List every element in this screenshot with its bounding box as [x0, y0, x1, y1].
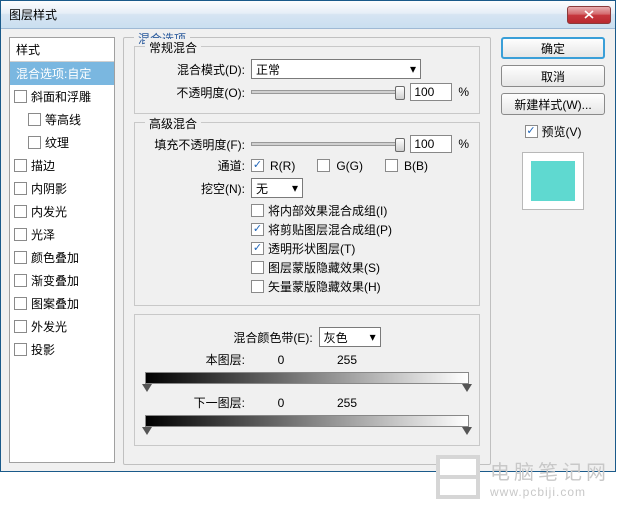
knockout-select[interactable]: 无 ▾: [251, 178, 303, 198]
style-label: 光泽: [31, 226, 55, 243]
adv-option: 将剪贴图层混合成组(P): [251, 221, 469, 238]
style-checkbox[interactable]: [14, 159, 27, 172]
adv-checkbox[interactable]: [251, 280, 264, 293]
adv-checkbox[interactable]: [251, 261, 264, 274]
adv-option: 图层蒙版隐藏效果(S): [251, 259, 469, 276]
adv-label: 透明形状图层(T): [268, 240, 355, 257]
style-checkbox[interactable]: [28, 136, 41, 149]
layer-style-dialog: 图层样式 样式 混合选项:自定 斜面和浮雕等高线纹理描边内阴影内发光光泽颜色叠加…: [0, 0, 616, 472]
adv-label: 将内部效果混合成组(I): [268, 202, 387, 219]
blend-if-label: 混合颜色带(E):: [233, 329, 312, 346]
fill-opacity-slider[interactable]: [251, 142, 404, 146]
blending-options-item[interactable]: 混合选项:自定: [10, 62, 114, 85]
adv-label: 图层蒙版隐藏效果(S): [268, 259, 380, 276]
style-checkbox[interactable]: [14, 274, 27, 287]
adv-option: 将内部效果混合成组(I): [251, 202, 469, 219]
close-icon: [584, 10, 594, 19]
style-label: 投影: [31, 341, 55, 358]
adv-checkbox[interactable]: [251, 242, 264, 255]
ok-button[interactable]: 确定: [501, 37, 605, 59]
styles-header[interactable]: 样式: [10, 38, 114, 62]
style-label: 内发光: [31, 203, 67, 220]
opacity-slider[interactable]: [251, 90, 404, 94]
style-checkbox[interactable]: [14, 90, 27, 103]
watermark: 电脑笔记网 www.pcbiji.com: [436, 455, 610, 499]
knockout-label: 挖空(N):: [145, 180, 245, 197]
style-label: 纹理: [45, 134, 69, 151]
adv-option: 矢量蒙版隐藏效果(H): [251, 278, 469, 295]
under-layer-gradbar[interactable]: [145, 415, 469, 427]
window-title: 图层样式: [5, 6, 567, 23]
style-checkbox[interactable]: [14, 205, 27, 218]
adv-checkbox[interactable]: [251, 223, 264, 236]
style-item[interactable]: 光泽: [10, 223, 114, 246]
styles-list: 样式 混合选项:自定 斜面和浮雕等高线纹理描边内阴影内发光光泽颜色叠加渐变叠加图…: [9, 37, 115, 463]
style-checkbox[interactable]: [14, 320, 27, 333]
chevron-down-icon: ▾: [292, 181, 298, 195]
chevron-down-icon: ▾: [410, 62, 416, 76]
style-item[interactable]: 纹理: [10, 131, 114, 154]
button-column: 确定 取消 新建样式(W)... 预览(V): [499, 37, 607, 463]
style-item[interactable]: 渐变叠加: [10, 269, 114, 292]
channel-b-checkbox[interactable]: [385, 159, 398, 172]
style-checkbox[interactable]: [14, 343, 27, 356]
opacity-label: 不透明度(O):: [145, 84, 245, 101]
general-blending-legend: 常规混合: [145, 39, 201, 56]
style-checkbox[interactable]: [14, 228, 27, 241]
this-layer-label: 本图层:: [145, 351, 245, 368]
cancel-button[interactable]: 取消: [501, 65, 605, 87]
style-item[interactable]: 内阴影: [10, 177, 114, 200]
advanced-blending-legend: 高级混合: [145, 115, 201, 132]
adv-option: 透明形状图层(T): [251, 240, 469, 257]
new-style-button[interactable]: 新建样式(W)...: [501, 93, 605, 115]
close-button[interactable]: [567, 6, 611, 24]
style-item[interactable]: 内发光: [10, 200, 114, 223]
style-checkbox[interactable]: [14, 251, 27, 264]
style-item[interactable]: 图案叠加: [10, 292, 114, 315]
preview-fill: [531, 161, 575, 201]
style-item[interactable]: 外发光: [10, 315, 114, 338]
adv-label: 将剪贴图层混合成组(P): [268, 221, 392, 238]
style-item[interactable]: 斜面和浮雕: [10, 85, 114, 108]
style-label: 描边: [31, 157, 55, 174]
adv-label: 矢量蒙版隐藏效果(H): [268, 278, 381, 295]
fill-opacity-input[interactable]: 100: [410, 135, 452, 153]
blend-mode-select[interactable]: 正常 ▾: [251, 59, 421, 79]
channel-g-checkbox[interactable]: [317, 159, 330, 172]
preview-label: 预览(V): [542, 123, 582, 140]
opacity-input[interactable]: 100: [410, 83, 452, 101]
titlebar[interactable]: 图层样式: [1, 1, 615, 29]
channel-r-checkbox[interactable]: [251, 159, 264, 172]
style-item[interactable]: 等高线: [10, 108, 114, 131]
options-panel: 混合选项 常规混合 混合模式(D): 正常 ▾ 不透明度(O): 100: [123, 37, 491, 463]
preview-checkbox[interactable]: [525, 125, 538, 138]
this-layer-gradbar[interactable]: [145, 372, 469, 384]
channels-label: 通道:: [145, 157, 245, 174]
fill-opacity-label: 填充不透明度(F):: [145, 136, 245, 153]
style-item[interactable]: 颜色叠加: [10, 246, 114, 269]
style-label: 斜面和浮雕: [31, 88, 91, 105]
style-checkbox[interactable]: [14, 297, 27, 310]
preview-swatch: [522, 152, 584, 210]
style-checkbox[interactable]: [28, 113, 41, 126]
style-checkbox[interactable]: [14, 182, 27, 195]
style-label: 等高线: [45, 111, 81, 128]
blend-if-select[interactable]: 灰色 ▾: [319, 327, 381, 347]
style-label: 图案叠加: [31, 295, 79, 312]
under-layer-label: 下一图层:: [145, 394, 245, 411]
style-label: 颜色叠加: [31, 249, 79, 266]
style-label: 渐变叠加: [31, 272, 79, 289]
brand-logo-icon: [436, 455, 480, 499]
style-item[interactable]: 投影: [10, 338, 114, 361]
adv-checkbox[interactable]: [251, 204, 264, 217]
style-item[interactable]: 描边: [10, 154, 114, 177]
chevron-down-icon: ▾: [370, 330, 376, 344]
style-label: 外发光: [31, 318, 67, 335]
style-label: 内阴影: [31, 180, 67, 197]
blend-mode-label: 混合模式(D):: [145, 61, 245, 78]
